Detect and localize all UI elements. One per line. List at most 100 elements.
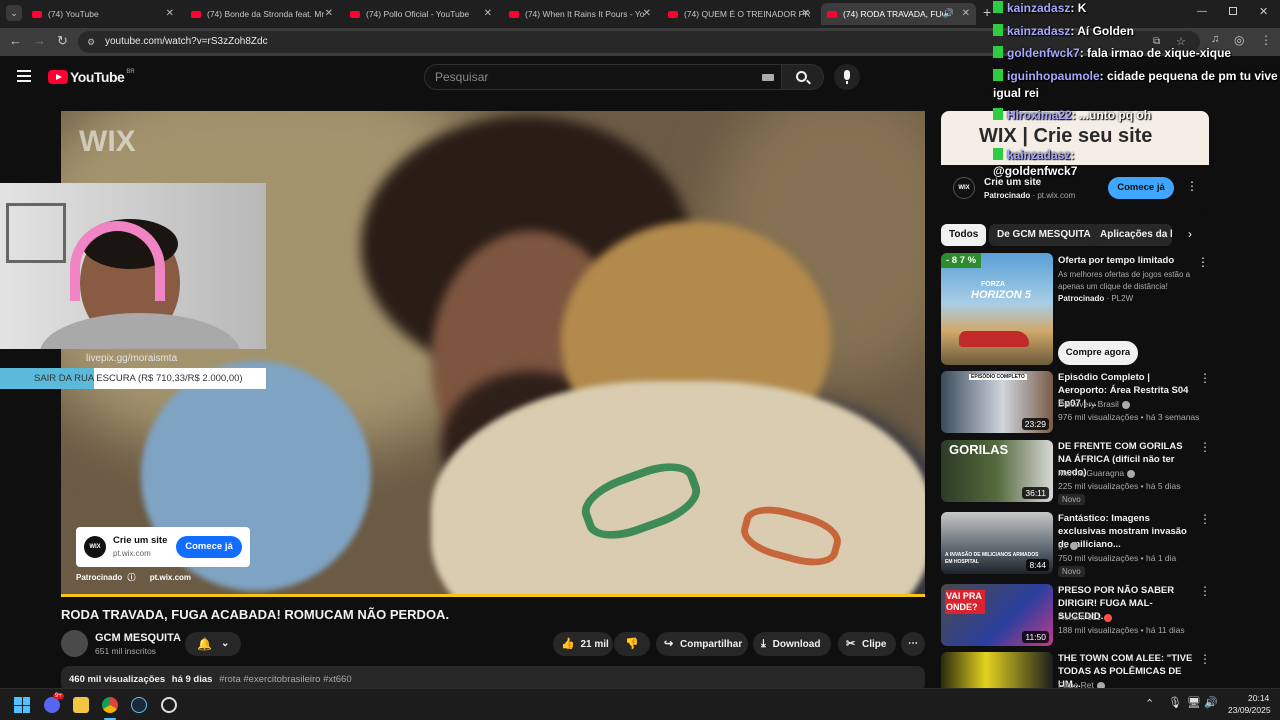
recommended-video[interactable]: A INVASÃO DE MILICIANOS ARMADOS EM HOSPI…	[941, 512, 1211, 577]
back-icon[interactable]: ←	[9, 33, 22, 48]
more-vertical-icon[interactable]: ⋮	[1199, 440, 1211, 454]
browser-tab-active[interactable]: (74) RODA TRAVADA, FUGA 🔊 ✕	[821, 3, 976, 25]
ad-info-icon[interactable]: ⓘ	[127, 573, 135, 582]
ad-domain-link[interactable]: pt.wix.com	[150, 573, 191, 582]
video-thumbnail: GORILAS 36:11	[941, 440, 1053, 502]
search-input[interactable]: Pesquisar	[424, 64, 782, 90]
browser-tab[interactable]: (74) When It Rains It Pours - Yo ✕	[503, 3, 657, 25]
windows-start-icon[interactable]	[14, 697, 30, 713]
media-control-icon[interactable]: ♫	[1211, 33, 1219, 45]
chat-text: ...unto pq oh	[1079, 108, 1152, 122]
chat-username: iguinhopaumole	[1007, 69, 1100, 83]
file-explorer-icon[interactable]	[73, 697, 89, 713]
chip-law-enforcement[interactable]: Aplicações da lei	[1092, 224, 1172, 246]
chip-from-channel[interactable]: De GCM MESQUITA	[989, 224, 1099, 246]
tab-title: (74) RODA TRAVADA, FUGA	[843, 9, 943, 19]
recommended-video[interactable]: EPISÓDIO COMPLETO 23:29 Episódio Complet…	[941, 371, 1211, 435]
youtube-logo[interactable]: YouTube BR	[48, 69, 135, 85]
more-vertical-icon[interactable]: ⋮	[1186, 179, 1198, 193]
chat-username: kainzadasz	[1007, 24, 1071, 38]
channel-name: Filipe Ret	[1058, 680, 1094, 688]
thumbnail-label: GORILAS	[949, 442, 1009, 457]
hamburger-menu-icon[interactable]	[17, 70, 31, 82]
close-tab-icon[interactable]: ✕	[802, 8, 810, 19]
close-window-icon[interactable]: ✕	[1259, 5, 1268, 18]
donation-goal-bar: SAIR DA RUA ESCURA (R$ 710,33/R$ 2.000,0…	[0, 368, 266, 389]
profile-icon[interactable]: ◎	[1234, 33, 1244, 47]
download-button[interactable]: ⤓ Download	[753, 632, 831, 656]
discord-icon[interactable]	[44, 697, 60, 713]
forward-icon[interactable]: →	[33, 33, 46, 48]
browser-tab[interactable]: (74) YouTube ✕	[26, 3, 180, 25]
tab-search-icon[interactable]: ⌄	[6, 5, 22, 21]
video-channel: g1	[1058, 540, 1079, 550]
livepix-link: livepix.gg/moraismta	[86, 353, 178, 364]
clock-time[interactable]: 20:14	[1248, 693, 1269, 703]
video-meta: 225 mil visualizações • há 5 dias	[1058, 481, 1181, 491]
player-ad-button[interactable]: Comece já	[176, 536, 242, 558]
share-icon: ↪	[664, 638, 674, 650]
keyboard-icon[interactable]	[762, 74, 774, 81]
maximize-window-icon[interactable]	[1229, 7, 1237, 15]
chip-all[interactable]: Todos	[941, 224, 987, 246]
close-tab-icon[interactable]: ✕	[962, 8, 970, 19]
browser-tab[interactable]: (74) QUEM É O TREINADOR PR ✕	[662, 3, 816, 25]
volume-icon[interactable]: 🔊	[1204, 696, 1218, 709]
player-ad-card[interactable]: WIX Crie um site pt.wix.com Comece já	[76, 527, 250, 567]
chevron-right-icon[interactable]: ›	[1188, 227, 1192, 241]
browser-tab[interactable]: (74) Pollo Oficial - YouTube ✕	[344, 3, 498, 25]
sidebar-ad-card[interactable]: WIX | Crie seu site WIX Crie um site Pat…	[941, 111, 1209, 213]
promo-card[interactable]: - 8 7 % FORZA HORIZON 5 Oferta por tempo…	[941, 253, 1211, 365]
hashtags[interactable]: #rota #exercitobrasileiro #xt660	[219, 674, 352, 685]
site-info-icon[interactable]: ⚙	[87, 31, 95, 53]
minimize-window-icon[interactable]: —	[1197, 6, 1207, 17]
like-button[interactable]: 👍 21 mil	[553, 632, 613, 656]
speaker-icon[interactable]: 🔊	[943, 8, 954, 19]
microphone-tray-icon[interactable]: 🎙	[1168, 696, 1182, 709]
more-actions-button[interactable]: ⋯	[901, 632, 925, 656]
voice-search-button[interactable]	[834, 64, 860, 90]
download-label: Download	[772, 639, 821, 650]
browser-tab[interactable]: (74) Bonde da Stronda feat. Mr ✕	[185, 3, 339, 25]
more-vertical-icon[interactable]: ⋮	[1199, 371, 1211, 385]
steam-icon[interactable]	[131, 697, 147, 713]
clock-date[interactable]: 23/09/2025	[1228, 705, 1271, 715]
clip-button[interactable]: ✂ Clipe	[838, 632, 896, 656]
chat-message: goldenfwck7: fala irmao de xique-xique	[993, 46, 1231, 60]
network-icon[interactable]: 🖥	[1187, 696, 1201, 709]
dislike-button[interactable]: 👎	[614, 632, 650, 656]
share-label: Compartilhar	[680, 639, 743, 650]
tab-title: (74) QUEM É O TREINADOR PR	[684, 9, 811, 19]
close-tab-icon[interactable]: ✕	[325, 8, 333, 19]
more-vertical-icon[interactable]: ⋮	[1199, 512, 1211, 526]
recommended-video[interactable]: GORILAS 36:11 DE FRENTE COM GORILAS NA Á…	[941, 440, 1211, 505]
promo-thumbnail: - 8 7 % FORZA HORIZON 5	[941, 253, 1053, 365]
more-vertical-icon[interactable]: ⋮	[1197, 255, 1209, 269]
search-button[interactable]	[782, 64, 824, 90]
video-thumbnail	[941, 652, 1053, 688]
promo-title: Oferta por tempo limitado	[1058, 255, 1175, 266]
channel-name[interactable]: GCM MESQUITA	[95, 632, 181, 644]
obs-icon[interactable]	[161, 697, 177, 713]
reload-icon[interactable]: ↻	[57, 33, 68, 49]
notification-bell-button[interactable]: 🔔 ⌄	[185, 632, 241, 656]
browser-menu-icon[interactable]: ⋮	[1260, 33, 1272, 47]
close-tab-icon[interactable]: ✕	[166, 8, 174, 19]
close-tab-icon[interactable]: ✕	[484, 8, 492, 19]
share-button[interactable]: ↪ Compartilhar	[656, 632, 748, 656]
chrome-icon[interactable]	[102, 697, 118, 713]
new-tab-button[interactable]: +	[983, 4, 991, 20]
more-vertical-icon[interactable]: ⋮	[1199, 584, 1211, 598]
recommended-video[interactable]: VAI PRA ONDE? 11:50 PRESO POR NÃO SABER …	[941, 584, 1211, 648]
chat-username: kainzadasz	[1007, 148, 1071, 162]
tab-title: (74) YouTube	[48, 9, 99, 19]
sponsored-label: Patrocinado	[984, 191, 1031, 200]
chevron-up-icon[interactable]: ⌃	[1145, 697, 1154, 710]
recommended-video[interactable]: THE TOWN COM ALEE: "TIVE TODAS AS POLÊMI…	[941, 652, 1211, 688]
promo-game-title: HORIZON 5	[971, 289, 1031, 301]
close-tab-icon[interactable]: ✕	[643, 8, 651, 19]
channel-avatar[interactable]	[61, 630, 88, 657]
sidebar-ad-button[interactable]: Comece já	[1108, 177, 1174, 199]
promo-cta-button[interactable]: Compre agora	[1058, 341, 1138, 365]
more-vertical-icon[interactable]: ⋮	[1199, 652, 1211, 666]
